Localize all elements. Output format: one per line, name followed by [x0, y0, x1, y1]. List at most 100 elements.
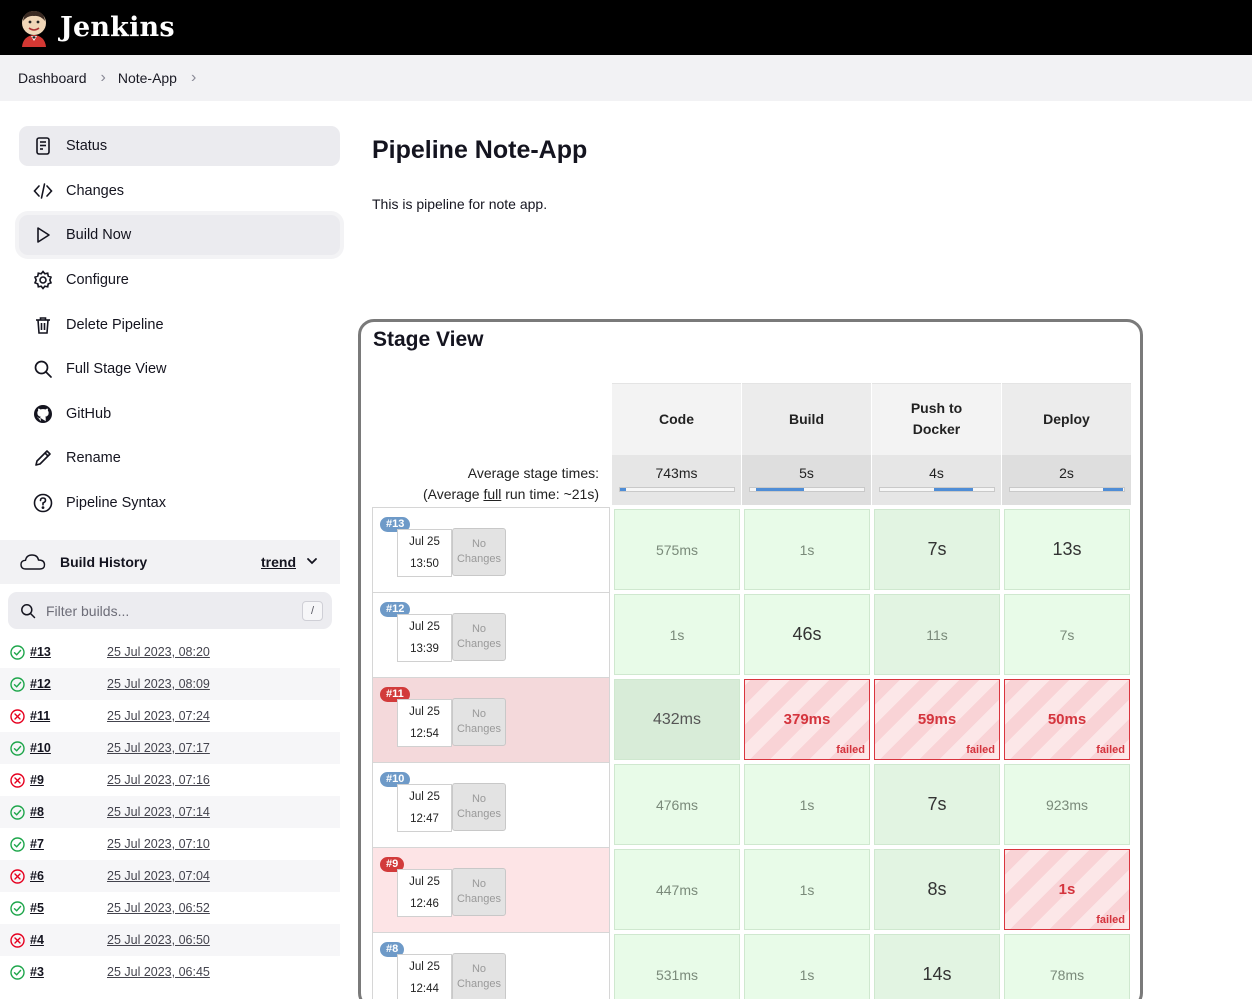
build-number-link[interactable]: #11	[30, 709, 107, 723]
stage-cell[interactable]: 1s	[744, 764, 870, 845]
stage-cell[interactable]: 59ms failed	[874, 679, 1000, 760]
sidebar-item-rename[interactable]: Rename	[19, 438, 340, 478]
build-number-link[interactable]: #6	[30, 869, 107, 883]
sidebar-item-pipeline-syntax[interactable]: Pipeline Syntax	[19, 483, 340, 523]
build-number-link[interactable]: #13	[30, 645, 107, 659]
sidebar-item-build-now[interactable]: Build Now	[19, 215, 340, 255]
stage-cell[interactable]: 447ms	[614, 849, 740, 930]
stage-average-bar	[619, 487, 735, 492]
chevron-right-icon[interactable]: ›	[101, 69, 106, 87]
jenkins-logo[interactable]: Jenkins	[18, 9, 175, 47]
build-history-row[interactable]: #4 25 Jul 2023, 06:50	[0, 924, 340, 956]
code-icon	[32, 180, 54, 202]
stage-cell[interactable]: 46s	[744, 594, 870, 675]
build-date-link[interactable]: 25 Jul 2023, 06:52	[107, 901, 210, 915]
stage-average-value: 743ms	[655, 465, 698, 481]
sidebar-item-label: Pipeline Syntax	[66, 495, 166, 511]
stage-cell[interactable]: 1s	[744, 849, 870, 930]
no-changes-line2: Changes	[456, 893, 502, 905]
build-date-link[interactable]: 25 Jul 2023, 07:24	[107, 709, 210, 723]
build-date-link[interactable]: 25 Jul 2023, 08:20	[107, 645, 210, 659]
stage-cell[interactable]: 7s	[874, 509, 1000, 590]
build-date-link[interactable]: 25 Jul 2023, 08:09	[107, 677, 210, 691]
build-date-link[interactable]: 25 Jul 2023, 06:50	[107, 933, 210, 947]
build-number-link[interactable]: #8	[30, 805, 107, 819]
sidebar-item-configure[interactable]: Configure	[19, 260, 340, 300]
success-icon	[10, 644, 25, 660]
sidebar-item-github[interactable]: GitHub	[19, 394, 340, 434]
stage-cell[interactable]: 8s	[874, 849, 1000, 930]
no-changes-line2: Changes	[456, 978, 502, 990]
build-date-link[interactable]: 25 Jul 2023, 07:16	[107, 773, 210, 787]
stage-cell[interactable]: 7s	[1004, 594, 1130, 675]
no-changes-box[interactable]: No Changes	[452, 528, 506, 576]
build-date-link[interactable]: 25 Jul 2023, 07:14	[107, 805, 210, 819]
no-changes-line2: Changes	[456, 638, 502, 650]
stage-cell[interactable]: 14s	[874, 934, 1000, 999]
stage-cell[interactable]: 11s	[874, 594, 1000, 675]
stage-cell[interactable]: 1s failed	[1004, 849, 1130, 930]
stage-cell[interactable]: 476ms	[614, 764, 740, 845]
build-date-link[interactable]: 25 Jul 2023, 07:04	[107, 869, 210, 883]
play-icon	[32, 224, 54, 246]
chevron-down-icon[interactable]	[306, 555, 318, 567]
stage-cell[interactable]: 13s	[1004, 509, 1130, 590]
build-number-link[interactable]: #12	[30, 677, 107, 691]
stage-cell[interactable]: 7s	[874, 764, 1000, 845]
success-icon	[10, 804, 25, 820]
no-changes-line1: No	[471, 793, 487, 805]
build-date-link[interactable]: 25 Jul 2023, 06:45	[107, 965, 210, 979]
build-history-row[interactable]: #12 25 Jul 2023, 08:09	[0, 668, 340, 700]
stage-cell[interactable]: 575ms	[614, 509, 740, 590]
chevron-right-icon[interactable]: ›	[191, 69, 196, 87]
build-number-link[interactable]: #4	[30, 933, 107, 947]
filter-builds-input[interactable]	[46, 602, 286, 619]
build-history-row[interactable]: #6 25 Jul 2023, 07:04	[0, 860, 340, 892]
stage-cell[interactable]: 432ms	[614, 679, 740, 760]
breadcrumb-dashboard[interactable]: Dashboard	[18, 70, 87, 86]
build-number-link[interactable]: #7	[30, 837, 107, 851]
stage-cell[interactable]: 531ms	[614, 934, 740, 999]
build-history-row[interactable]: #5 25 Jul 2023, 06:52	[0, 892, 340, 924]
no-changes-box[interactable]: No Changes	[452, 953, 506, 999]
sidebar-item-full-stage-view[interactable]: Full Stage View	[19, 349, 340, 389]
no-changes-box[interactable]: No Changes	[452, 698, 506, 746]
build-date-link[interactable]: 25 Jul 2023, 07:10	[107, 837, 210, 851]
build-number-link[interactable]: #9	[30, 773, 107, 787]
build-number-link[interactable]: #3	[30, 965, 107, 979]
stage-duration: 11s	[926, 626, 948, 643]
build-number-link[interactable]: #5	[30, 901, 107, 915]
stage-cell[interactable]: 1s	[744, 509, 870, 590]
build-history-row[interactable]: #13 25 Jul 2023, 08:20	[0, 636, 340, 668]
no-changes-box[interactable]: No Changes	[452, 613, 506, 661]
trend-link[interactable]: trend	[261, 554, 296, 570]
build-date-link[interactable]: 25 Jul 2023, 07:17	[107, 741, 210, 755]
stage-cell[interactable]: 78ms	[1004, 934, 1130, 999]
build-history-row[interactable]: #7 25 Jul 2023, 07:10	[0, 828, 340, 860]
pipeline-description: This is pipeline for note app.	[372, 196, 548, 212]
top-header: Jenkins	[0, 0, 1252, 55]
sidebar-item-status[interactable]: Status	[19, 126, 340, 166]
stage-cell[interactable]: 1s	[744, 934, 870, 999]
run-date: Jul 25	[409, 706, 440, 718]
full-run-link[interactable]: full	[483, 486, 501, 502]
sidebar-item-delete-pipeline[interactable]: Delete Pipeline	[19, 305, 340, 345]
stage-cell[interactable]: 1s	[614, 594, 740, 675]
no-changes-line1: No	[471, 623, 487, 635]
github-icon	[32, 403, 54, 425]
stage-cell[interactable]: 923ms	[1004, 764, 1130, 845]
stage-cell[interactable]: 379ms failed	[744, 679, 870, 760]
build-history-row[interactable]: #10 25 Jul 2023, 07:17	[0, 732, 340, 764]
sidebar-item-changes[interactable]: Changes	[19, 171, 340, 211]
build-number-link[interactable]: #10	[30, 741, 107, 755]
no-changes-box[interactable]: No Changes	[452, 783, 506, 831]
breadcrumb-note-app[interactable]: Note-App	[118, 70, 177, 86]
build-history-row[interactable]: #8 25 Jul 2023, 07:14	[0, 796, 340, 828]
stage-cell[interactable]: 50ms failed	[1004, 679, 1130, 760]
no-changes-box[interactable]: No Changes	[452, 868, 506, 916]
stage-duration: 7s	[1059, 626, 1075, 643]
build-history-row[interactable]: #3 25 Jul 2023, 06:45	[0, 956, 340, 988]
build-history-row[interactable]: #11 25 Jul 2023, 07:24	[0, 700, 340, 732]
cloud-icon	[20, 554, 46, 570]
build-history-row[interactable]: #9 25 Jul 2023, 07:16	[0, 764, 340, 796]
